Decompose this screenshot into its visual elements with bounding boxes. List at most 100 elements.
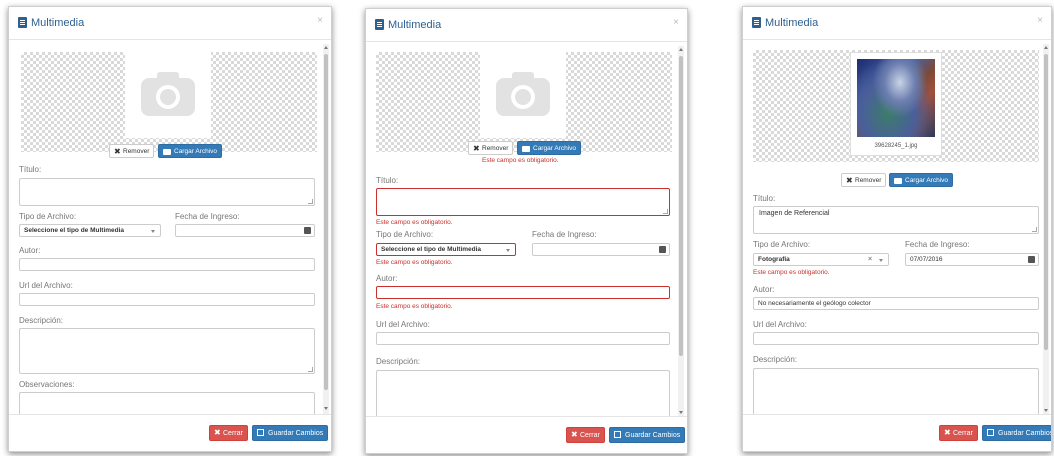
scrollbar[interactable] <box>323 44 329 414</box>
tipo-archivo-label: Tipo de Archivo: <box>376 230 434 239</box>
fecha-ingreso-field[interactable]: 07/07/2016 <box>905 253 1039 266</box>
scrollbar[interactable] <box>1043 44 1049 415</box>
tipo-archivo-select[interactable]: Seleccione el tipo de Multimedia <box>19 224 161 237</box>
multimedia-dialog-filled: Multimedia × 39628245_1.jpg ✖ Remover Ca… <box>742 6 1052 452</box>
dialog-footer: ✖ Cerrar Guardar Cambios <box>743 414 1051 451</box>
titulo-field[interactable] <box>19 178 315 206</box>
descripcion-field[interactable] <box>376 370 670 417</box>
scrollbar[interactable] <box>678 46 684 417</box>
titulo-required-error: Este campo es obligatorio. <box>376 219 453 226</box>
calendar-icon[interactable] <box>659 246 666 253</box>
tipo-archivo-label: Tipo de Archivo: <box>19 212 77 221</box>
titulo-field[interactable] <box>376 188 670 216</box>
guardar-cambios-button[interactable]: Guardar Cambios <box>252 425 329 441</box>
remove-button[interactable]: ✖ Remover <box>841 173 887 187</box>
dialog-header: Multimedia × <box>366 9 687 42</box>
fecha-ingreso-label: Fecha de Ingreso: <box>532 230 597 239</box>
dialog-body: 39628245_1.jpg ✖ Remover Cargar Archivo … <box>743 40 1051 415</box>
floppy-disk-icon <box>614 431 621 438</box>
url-archivo-field[interactable] <box>376 332 670 345</box>
cerrar-button[interactable]: ✖ Cerrar <box>566 427 605 443</box>
autor-label: Autor: <box>19 246 41 255</box>
document-icon <box>752 17 761 28</box>
guardar-cambios-button[interactable]: Guardar Cambios <box>609 427 686 443</box>
observaciones-label: Observaciones: <box>19 380 75 389</box>
placeholder-photo <box>125 52 211 138</box>
dialog-header: Multimedia × <box>743 7 1051 40</box>
fecha-ingreso-label: Fecha de Ingreso: <box>175 212 240 221</box>
tipo-required-error: Este campo es obligatorio. <box>376 259 453 266</box>
placeholder-photo <box>480 52 566 138</box>
scrollbar-thumb[interactable] <box>324 54 328 390</box>
multimedia-dialog-validation: Multimedia × ✖ Remover Cargar Archivo Es… <box>365 8 688 454</box>
autor-label: Autor: <box>753 285 775 294</box>
tipo-archivo-select[interactable]: Fotografía × <box>753 253 889 266</box>
close-icon[interactable]: × <box>1037 15 1043 26</box>
autor-field[interactable]: No necesariamente el geólogo colector <box>753 297 1039 310</box>
dialog-title: Multimedia <box>765 17 819 29</box>
upload-file-button[interactable]: Cargar Archivo <box>517 141 581 155</box>
titulo-label: Título: <box>753 194 776 203</box>
upload-file-button[interactable]: Cargar Archivo <box>158 144 222 158</box>
cerrar-button[interactable]: ✖ Cerrar <box>209 425 248 441</box>
floppy-disk-icon <box>987 429 994 436</box>
dialog-title: Multimedia <box>388 19 442 31</box>
titulo-label: Título: <box>19 165 42 174</box>
image-preview-area: 39628245_1.jpg <box>753 50 1039 162</box>
times-icon: ✖ <box>214 428 221 437</box>
times-icon: ✖ <box>114 147 121 156</box>
autor-field[interactable] <box>19 258 315 271</box>
folder-open-icon <box>163 149 171 155</box>
dialog-footer: ✖ Cerrar Guardar Cambios <box>366 416 687 453</box>
upload-file-button[interactable]: Cargar Archivo <box>889 173 953 187</box>
tipo-required-error: Este campo es obligatorio. <box>753 269 830 276</box>
calendar-icon[interactable] <box>1028 256 1035 263</box>
times-icon: ✖ <box>473 144 480 153</box>
observaciones-field[interactable] <box>19 392 315 415</box>
times-icon: ✖ <box>944 428 951 437</box>
calendar-icon[interactable] <box>304 227 311 234</box>
upload-required-error: Este campo es obligatorio. <box>482 157 559 164</box>
floppy-disk-icon <box>257 429 264 436</box>
scrollbar-thumb[interactable] <box>679 56 683 356</box>
folder-open-icon <box>522 146 530 152</box>
close-icon[interactable]: × <box>673 17 679 28</box>
tipo-archivo-label: Tipo de Archivo: <box>753 240 811 249</box>
dialog-title: Multimedia <box>31 17 85 29</box>
autor-label: Autor: <box>376 274 398 283</box>
fecha-ingreso-field[interactable] <box>175 224 315 237</box>
camera-icon <box>141 72 195 116</box>
descripcion-label: Descripción: <box>19 316 64 325</box>
descripcion-field[interactable] <box>753 368 1039 415</box>
url-archivo-field[interactable] <box>753 332 1039 345</box>
titulo-field[interactable]: Imagen de Referencial <box>753 206 1039 234</box>
remove-button[interactable]: ✖ Remover <box>109 144 155 158</box>
url-archivo-field[interactable] <box>19 293 315 306</box>
scrollbar-thumb[interactable] <box>1044 54 1048 350</box>
document-icon <box>18 17 27 28</box>
image-thumbnail-frame: 39628245_1.jpg <box>850 52 942 156</box>
chevron-down-icon <box>151 230 155 233</box>
descripcion-field[interactable] <box>19 328 315 374</box>
clear-icon[interactable]: × <box>868 254 872 265</box>
cerrar-button[interactable]: ✖ Cerrar <box>939 425 978 441</box>
url-archivo-label: Url del Archivo: <box>753 320 807 329</box>
fecha-ingreso-field[interactable] <box>532 243 670 256</box>
close-icon[interactable]: × <box>317 15 323 26</box>
url-archivo-label: Url del Archivo: <box>19 281 73 290</box>
folder-open-icon <box>894 178 902 184</box>
autor-field[interactable] <box>376 286 670 299</box>
camera-icon <box>496 72 550 116</box>
dialog-footer: ✖ Cerrar Guardar Cambios <box>9 414 331 451</box>
guardar-cambios-button[interactable]: Guardar Cambios <box>982 425 1051 441</box>
image-preview-area <box>21 52 317 152</box>
tipo-archivo-select[interactable]: Seleccione el tipo de Multimedia <box>376 243 516 256</box>
times-icon: ✖ <box>571 430 578 439</box>
document-icon <box>375 19 384 30</box>
descripcion-label: Descripción: <box>753 355 798 364</box>
titulo-label: Título: <box>376 176 399 185</box>
dialog-body: ✖ Remover Cargar Archivo Este campo es o… <box>366 42 687 417</box>
url-archivo-label: Url del Archivo: <box>376 320 430 329</box>
remove-button[interactable]: ✖ Remover <box>468 141 514 155</box>
autor-required-error: Este campo es obligatorio. <box>376 303 453 310</box>
